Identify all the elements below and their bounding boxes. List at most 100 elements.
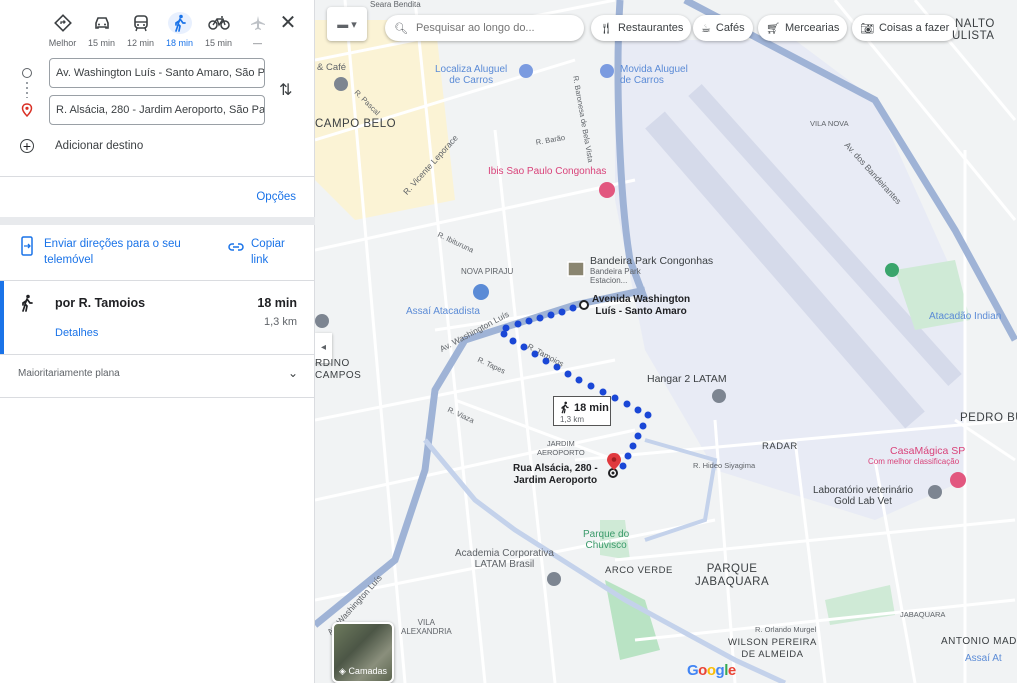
walking-icon: [167, 12, 192, 34]
area-label: PEDRO BU: [960, 412, 1017, 424]
origin-dot-icon: [22, 68, 32, 78]
destination-pin-icon: [21, 103, 33, 122]
area-label: NOVA PIRAJU: [461, 267, 514, 276]
chip-things-to-do[interactable]: 📷︎ Coisas a fazer: [852, 15, 958, 41]
area-label: CAMPO BELO: [315, 118, 397, 130]
area-label: JABAQUARA: [900, 610, 946, 619]
divider: [0, 176, 315, 177]
mode-car[interactable]: 15 min: [82, 12, 121, 48]
poi-label: Localiza Aluguel de Carros: [435, 64, 508, 86]
send-directions-button[interactable]: Enviar direções para o seu telemóvel: [20, 236, 184, 268]
poi-label: Movida Aluguel de Carros: [620, 64, 688, 86]
transit-icon: [121, 12, 160, 34]
origin-input[interactable]: Av. Washington Luís - Santo Amaro, São P…: [49, 58, 265, 88]
logo-letter: o: [706, 662, 716, 679]
mode-label: 12 min: [126, 38, 154, 48]
send-directions-label: Enviar direções para o seu telemóvel: [44, 238, 181, 266]
mode-label: Melhor: [48, 38, 77, 48]
mode-walking[interactable]: 18 min: [160, 12, 199, 48]
layers-label: ◈ Camadas: [334, 666, 392, 677]
travel-mode-bar: Melhor 15 min 12 min 18 min 15 min —: [43, 12, 277, 48]
mode-best[interactable]: Melhor: [43, 12, 82, 48]
poi-label: Laboratório veterinário Gold Lab Vet: [813, 485, 914, 507]
route-time-badge[interactable]: 18 min 1,3 km: [553, 396, 611, 426]
poi-label: Hangar 2 LATAM: [647, 373, 727, 385]
poi-label: Bandeira Park Congonhas: [590, 255, 714, 267]
poi-label: Academia Corporativa LATAM Brasil: [455, 548, 554, 570]
route-option-card[interactable]: por R. Tamoios 18 min 1,3 km Detalhes: [0, 281, 315, 354]
terrain-row[interactable]: Maioritariamente plana ⌄: [18, 366, 298, 380]
copy-link-label: Copiar link: [251, 238, 285, 266]
destination-map-label: Rua Alsácia, 280 - Jardim Aeroporto: [513, 463, 598, 486]
chip-restaurants[interactable]: 🍴︎ Restaurantes: [591, 15, 692, 41]
street-label: R. Hideo Siyagima: [693, 461, 756, 470]
add-destination-label: Adicionar destino: [55, 140, 144, 152]
logo-letter: e: [727, 662, 736, 679]
mode-label: 15 min: [87, 38, 115, 48]
mode-flight[interactable]: —: [238, 12, 277, 48]
add-destination-button[interactable]: + Adicionar destino: [20, 139, 143, 153]
section-separator: [0, 217, 315, 225]
area-label: RDINO CAMPOS: [315, 358, 362, 381]
poi-label: Parque do Chuvisco: [583, 529, 630, 551]
route-details-link[interactable]: Detalhes: [55, 327, 98, 339]
mode-bicycle[interactable]: 15 min: [199, 12, 238, 48]
poi-label: & Café: [317, 62, 347, 73]
poi-label: Bandeira Park Estacion...: [590, 267, 641, 285]
map-canvas[interactable]: ▬ ▾ 🔍︎ 🍴︎ Restaurantes ☕︎ Cafés 🛒︎ Merceari…: [315, 0, 1017, 683]
area-label: VILA ALEXANDRIA: [401, 618, 452, 636]
selected-route-indicator: [0, 281, 4, 354]
logo-letter: G: [687, 662, 699, 679]
area-label: ANTONIO MAD: [941, 636, 1017, 647]
area-label: RADAR: [762, 441, 798, 452]
area-label: ARCO VERDE: [605, 565, 673, 576]
chevron-left-icon: ◂: [320, 342, 327, 353]
coffee-icon: ☕︎: [701, 22, 711, 35]
area-label: WILSON PEREIRA DE ALMEIDA: [728, 637, 817, 660]
options-button[interactable]: Opções: [256, 191, 296, 203]
layers-button[interactable]: ◈ Camadas: [332, 622, 394, 683]
walking-icon: [20, 294, 34, 317]
cart-icon: 🛒︎: [766, 22, 780, 35]
poi-label: CasaMágica SP: [890, 445, 966, 457]
logo-letter: g: [715, 662, 725, 679]
mode-label: 18 min: [165, 38, 193, 48]
poi-label: Atacadão Indian: [929, 311, 1002, 322]
destination-input[interactable]: R. Alsácia, 280 - Jardim Aeroporto, São …: [49, 95, 265, 125]
layers-text: Camadas: [348, 666, 387, 676]
swap-icon[interactable]: ⇅: [279, 80, 292, 100]
poi-label: Seara Bendita: [370, 0, 421, 9]
area-label: ULISTA: [952, 30, 995, 42]
close-icon[interactable]: ✕: [278, 13, 298, 34]
route-connector: [26, 82, 28, 98]
street-label: R. Orlando Murgel: [755, 625, 817, 634]
route-via: por R. Tamoios: [55, 296, 146, 310]
search-along-input[interactable]: [413, 21, 578, 35]
mode-label: 15 min: [204, 38, 232, 48]
search-icon: 🔍︎: [394, 22, 408, 35]
route-duration: 18 min: [257, 296, 297, 310]
area-label: PARQUE JABAQUARA: [695, 563, 770, 588]
search-along-route[interactable]: 🔍︎: [385, 15, 584, 41]
bicycle-icon: [199, 12, 238, 34]
chip-label: Restaurantes: [617, 22, 684, 34]
phone-send-icon: [20, 236, 34, 261]
map-base: [315, 0, 1017, 683]
chip-cafes[interactable]: ☕︎ Cafés: [693, 15, 753, 41]
chevron-down-icon: ⌄: [287, 366, 298, 380]
directions-panel: Melhor 15 min 12 min 18 min 15 min — ✕ A…: [0, 0, 315, 683]
mode-transit[interactable]: 12 min: [121, 12, 160, 48]
area-label: VILA NOVA: [810, 119, 849, 128]
poi-label: Com melhor classificação: [868, 457, 960, 466]
copy-link-button[interactable]: Copiar link: [228, 236, 291, 268]
map-menu-button[interactable]: ▬ ▾: [327, 7, 367, 41]
badge-distance: 1,3 km: [560, 415, 585, 424]
terrain-label: Maioritariamente plana: [18, 368, 120, 379]
link-icon: [228, 239, 244, 257]
airplane-icon: [238, 12, 277, 34]
chip-groceries[interactable]: 🛒︎ Mercearias: [758, 15, 848, 41]
poi-label: Assaí Atacadista: [406, 306, 480, 317]
chip-label: Coisas a fazer: [878, 22, 950, 34]
mode-label: —: [253, 38, 262, 48]
poi-label: Assaí At: [965, 653, 1002, 664]
